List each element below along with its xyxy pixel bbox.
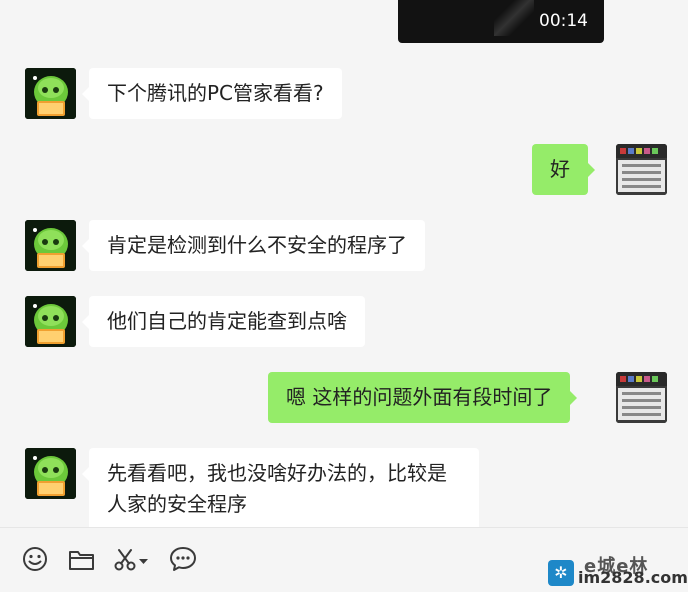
message-line: 人家的安全程序 [107,492,247,516]
message-bubble-received[interactable]: 肯定是检测到什么不安全的程序了 [82,220,425,271]
chevron-down-icon[interactable] [139,559,148,565]
user-avatar[interactable] [616,372,667,423]
video-message[interactable]: 00:14 [398,0,604,43]
contact-avatar[interactable] [25,68,76,119]
message-bubble-sent[interactable]: 好 [532,144,595,195]
user-avatar[interactable] [616,144,667,195]
message-line: 先看看吧，我也没啥好办法的，比较是 [107,461,447,485]
message-bubble-received[interactable]: 他们自己的肯定能查到点啥 [82,296,365,347]
message-bubble-received[interactable]: 先看看吧，我也没啥好办法的，比较是 人家的安全程序 [82,448,479,527]
contact-avatar[interactable] [25,220,76,271]
video-frame [494,0,534,36]
chat-history-icon[interactable] [169,546,197,572]
watermark-site: im2828.com [578,568,688,587]
emoji-icon[interactable] [22,546,48,572]
watermark-logo-icon: ✲ [548,560,574,586]
scissors-icon[interactable] [113,548,137,572]
message-bubble-received[interactable]: 下个腾讯的PC管家看看? [82,68,342,119]
message-bubble-sent[interactable]: 嗯 这样的问题外面有段时间了 [268,372,578,423]
contact-avatar[interactable] [25,448,76,499]
contact-avatar[interactable] [25,296,76,347]
chat-area: 00:14 下个腾讯的PC管家看看? 好 肯定是检测到什么不安全的程序了 他们自… [0,0,688,527]
watermark: ✲ e城e林 im2828.com [548,554,688,588]
folder-icon[interactable] [68,548,95,571]
video-duration: 00:14 [539,11,588,31]
input-toolbar: ✲ e城e林 im2828.com [0,527,688,592]
